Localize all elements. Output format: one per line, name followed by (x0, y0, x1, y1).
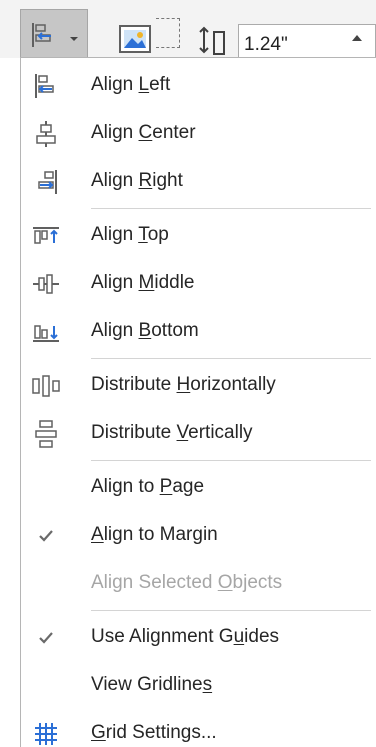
distribute-vertically-icon (35, 420, 57, 448)
menu-item-align-to-margin[interactable]: Align to Margin (21, 512, 376, 560)
checkmark-icon (39, 632, 53, 644)
align-left-icon (35, 74, 54, 98)
menu-item-label: Distribute Horizontally (91, 374, 276, 395)
align-menu: Align Left Align Center Align Right Alig… (20, 57, 376, 747)
menu-item-label: Align to Page (91, 476, 205, 497)
align-left-icon (32, 23, 51, 47)
menu-item-align-left[interactable]: Align Left (21, 62, 376, 110)
menu-item-view-gridlines[interactable]: View Gridlines (21, 662, 376, 710)
menu-item-label: Align Middle (91, 272, 195, 293)
menu-item-align-right[interactable]: Align Right (21, 158, 376, 206)
menu-item-align-middle[interactable]: Align Middle (21, 260, 376, 308)
spin-up-icon[interactable] (351, 34, 363, 42)
menu-item-label: Align Selected Objects (91, 572, 283, 593)
menu-item-align-selected-objects: Align Selected Objects (21, 560, 376, 608)
align-center-icon (36, 121, 56, 147)
menu-separator (91, 460, 371, 461)
align-bottom-icon (33, 325, 59, 342)
distribute-horizontally-icon (32, 375, 60, 397)
align-top-icon (33, 227, 59, 244)
menu-separator (91, 610, 371, 611)
chevron-down-icon (70, 37, 78, 41)
ribbon: 1.24" (0, 0, 376, 58)
menu-item-grid-settings[interactable]: Grid Settings... (21, 710, 376, 747)
menu-item-label: Align Top (91, 224, 169, 245)
screen: 1.24" Align Left Align Center Align Righ… (0, 0, 376, 747)
shape-height-icon (199, 26, 225, 55)
menu-item-label: Align Left (91, 74, 171, 95)
selection-frame (156, 18, 180, 48)
menu-item-label: Align Bottom (91, 320, 199, 341)
menu-item-label: Align Center (91, 122, 196, 143)
menu-item-label: Distribute Vertically (91, 422, 253, 443)
checkmark-icon (39, 530, 53, 542)
menu-separator (91, 358, 371, 359)
menu-item-label: Align Right (91, 170, 183, 191)
align-middle-icon (33, 274, 59, 294)
align-right-icon (38, 170, 57, 194)
menu-item-label: Grid Settings... (91, 722, 217, 743)
grid-icon (35, 723, 57, 745)
menu-item-distribute-vertically[interactable]: Distribute Vertically (21, 410, 376, 458)
menu-item-align-to-page[interactable]: Align to Page (21, 464, 376, 512)
menu-item-distribute-horizontally[interactable]: Distribute Horizontally (21, 362, 376, 410)
menu-item-align-center[interactable]: Align Center (21, 110, 376, 158)
menu-separator (91, 208, 371, 209)
picture-icon[interactable] (118, 22, 154, 54)
menu-item-label: Use Alignment Guides (91, 626, 280, 647)
align-dropdown-button[interactable] (20, 9, 88, 57)
menu-item-label: View Gridlines (91, 674, 213, 695)
menu-item-label: Align to Margin (91, 524, 218, 545)
menu-item-align-top[interactable]: Align Top (21, 212, 376, 260)
menu-item-align-bottom[interactable]: Align Bottom (21, 308, 376, 356)
menu-item-use-alignment-guides[interactable]: Use Alignment Guides (21, 614, 376, 662)
